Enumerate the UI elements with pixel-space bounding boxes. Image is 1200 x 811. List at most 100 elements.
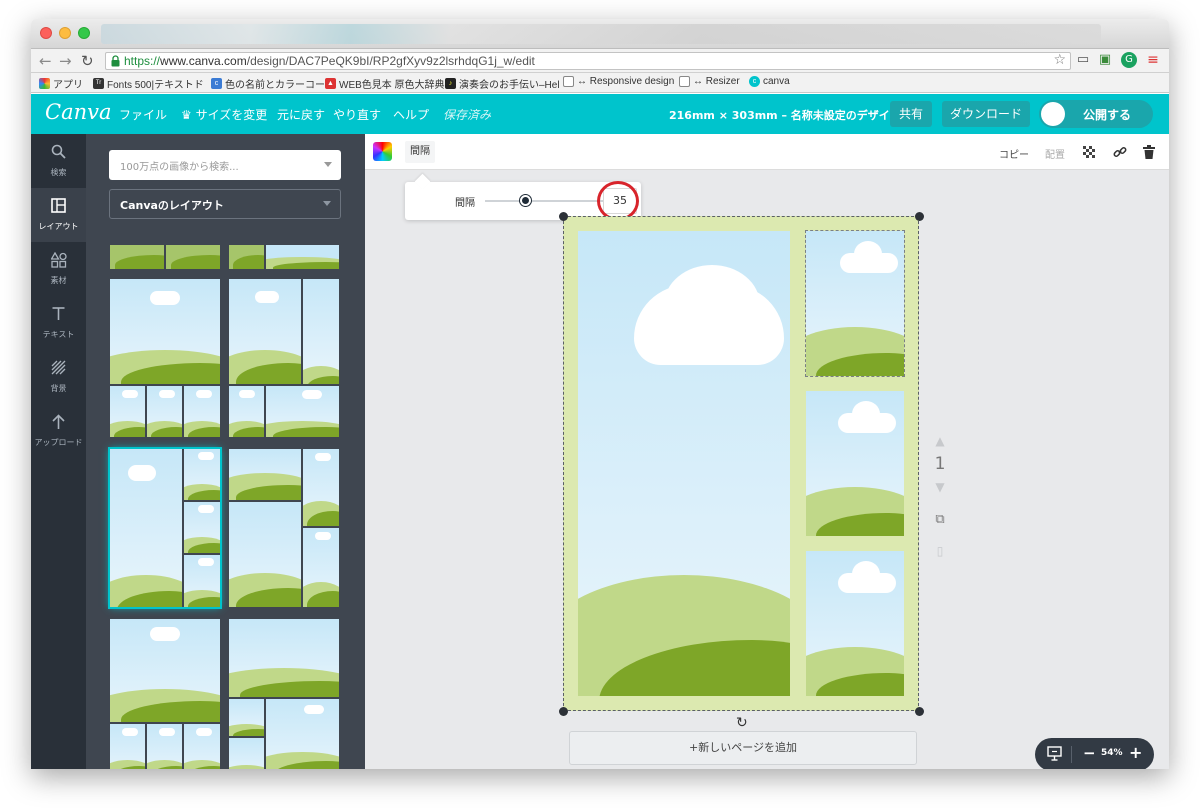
concert-site-icon: ♪ [445, 78, 456, 89]
bookmarks-bar: アプリ Tr Fonts 500|テキストド c 色の名前とカラーコー ▲ WEB色見… [31, 73, 1169, 93]
editor-workspace: 間隔 コピー 配置 間隔 35 ↻ ▲ 1 ▼ ⧉ ▯ +新しいページを追加 −… [365, 134, 1169, 769]
transparency-icon[interactable] [1083, 146, 1095, 158]
menu-file[interactable]: ファイル [119, 106, 167, 123]
layout-thumbnail[interactable] [110, 619, 220, 769]
page-icon [679, 76, 690, 87]
reload-icon[interactable]: ↻ [81, 51, 94, 71]
forward-icon[interactable]: → [59, 51, 72, 71]
search-placeholder: 100万点の画像から検索... [120, 162, 239, 173]
zoom-level[interactable]: 54% [1101, 748, 1123, 758]
rotate-handle-icon[interactable]: ↻ [736, 715, 748, 731]
text-icon [52, 307, 65, 320]
toggle-knob [1041, 102, 1065, 126]
publish-toggle[interactable]: 公開する [1039, 100, 1153, 128]
layout-thumbnail[interactable] [229, 619, 339, 769]
address-bar: ← → ↻ https://www.canva.com/design/DAC7P… [31, 49, 1169, 73]
color-site-icon: c [211, 78, 222, 89]
side-nav-label: レイアウト [38, 222, 79, 231]
minimize-window-button[interactable] [59, 27, 71, 39]
layout-thumbnail-selected[interactable] [108, 447, 222, 609]
side-nav-elements[interactable]: 素材 [31, 242, 86, 296]
side-nav-text[interactable]: テキスト [31, 296, 86, 350]
bookmark-concert[interactable]: ♪ 演奏会のお手伝い–Hel [445, 76, 560, 91]
zoom-in-button[interactable]: + [1129, 743, 1142, 762]
bookmark-responsive[interactable]: ↔ Responsive design [563, 76, 674, 87]
trash-icon[interactable] [1143, 145, 1155, 159]
grammarly-icon[interactable]: G [1121, 52, 1137, 68]
title-bar [31, 19, 1169, 49]
maximize-window-button[interactable] [78, 27, 90, 39]
chrome-menu-icon[interactable]: ≡ [1145, 52, 1161, 68]
side-nav: 検索 レイアウト 素材 テキスト 背景 アップロード [31, 134, 86, 769]
resize-handle-bottom-right[interactable] [915, 707, 924, 716]
zoom-control: − 54% + [1035, 738, 1154, 769]
zoom-out-button[interactable]: − [1083, 744, 1096, 762]
extension-icon[interactable]: ▣ [1097, 52, 1113, 68]
side-nav-label: テキスト [42, 330, 75, 339]
bookmark-canva[interactable]: c canva [749, 76, 790, 87]
menu-help[interactable]: ヘルプ [393, 106, 429, 123]
resize-handle-bottom-left[interactable] [559, 707, 568, 716]
spacing-slider-handle[interactable] [520, 195, 532, 206]
image-search-input[interactable]: 100万点の画像から検索... [109, 150, 341, 180]
side-nav-label: 素材 [50, 276, 67, 285]
spacing-button[interactable]: 間隔 [405, 141, 435, 163]
duplicate-page-icon[interactable]: ⧉ [933, 512, 947, 527]
spacing-popover: 間隔 35 [405, 173, 641, 221]
layout-source-value: Canvaのレイアウト [120, 199, 224, 212]
close-window-button[interactable] [40, 27, 52, 39]
document-title[interactable]: 216mm × 303mm – 名称未設定のデザイン [669, 107, 901, 123]
back-icon[interactable]: ← [39, 51, 52, 71]
spacing-label: 間隔 [455, 198, 475, 209]
editor-toolbar: 間隔 コピー 配置 [365, 134, 1169, 170]
canva-logo[interactable]: Canva [45, 100, 112, 124]
resize-handle-top-left[interactable] [559, 212, 568, 221]
url-field[interactable]: https://www.canva.com/design/DAC7PeQK9bI… [105, 52, 1071, 70]
spacing-slider-track[interactable] [485, 200, 603, 202]
side-nav-uploads[interactable]: アップロード [31, 404, 86, 458]
bookmark-star-icon[interactable]: ☆ [1053, 52, 1066, 68]
move-page-down-icon[interactable]: ▼ [933, 480, 947, 494]
apps-grid-icon [39, 78, 50, 89]
present-icon[interactable] [1047, 746, 1062, 761]
link-icon[interactable] [1113, 145, 1127, 159]
bookmark-fonts[interactable]: Tr Fonts 500|テキストド [93, 76, 204, 91]
layout-thumbnail[interactable] [229, 449, 339, 607]
layout-source-select[interactable]: Canvaのレイアウト [109, 189, 341, 219]
search-icon [51, 144, 66, 159]
url-text: https://www.canva.com/design/DAC7PeQK9bI… [124, 54, 535, 68]
bookmark-color-names[interactable]: c 色の名前とカラーコー [211, 76, 325, 91]
menu-redo[interactable]: やり直す [333, 106, 381, 123]
share-button[interactable]: 共有 [890, 101, 932, 127]
bookmark-resizer[interactable]: ↔ Resizer [679, 76, 740, 87]
crown-icon: ♛ [181, 108, 196, 122]
download-button[interactable]: ダウンロード [942, 101, 1030, 127]
menu-resize[interactable]: ♛ サイズを変更 [181, 106, 267, 123]
bookmark-apps[interactable]: アプリ [39, 76, 83, 91]
layout-thumbnail[interactable] [110, 245, 220, 269]
web-color-site-icon: ▲ [325, 78, 336, 89]
layout-thumbnail[interactable] [110, 279, 220, 437]
upload-icon [52, 414, 65, 429]
arrange-button[interactable]: 配置 [1045, 146, 1065, 161]
cast-icon[interactable]: ▭ [1075, 52, 1091, 68]
page-icon [563, 76, 574, 87]
delete-page-icon[interactable]: ▯ [933, 544, 947, 558]
side-nav-background[interactable]: 背景 [31, 350, 86, 404]
zoom-separator [1071, 746, 1072, 763]
bookmark-web-colors[interactable]: ▲ WEB色見本 原色大辞典 [325, 76, 445, 91]
layout-thumbnail[interactable] [229, 245, 339, 269]
layout-thumbnail[interactable] [229, 279, 339, 437]
side-nav-layouts[interactable]: レイアウト [31, 188, 86, 242]
color-picker-button[interactable] [373, 142, 392, 161]
move-page-up-icon[interactable]: ▲ [933, 434, 947, 448]
resize-handle-top-right[interactable] [915, 212, 924, 221]
side-nav-search[interactable]: 検索 [31, 134, 86, 188]
chevron-down-icon[interactable] [324, 162, 332, 167]
canva-site-icon: c [749, 76, 760, 87]
add-page-button[interactable]: +新しいページを追加 [569, 731, 917, 765]
menu-undo[interactable]: 元に戻す [277, 106, 325, 123]
copy-button[interactable]: コピー [999, 146, 1029, 161]
side-nav-label: 背景 [50, 384, 67, 393]
publish-label: 公開する [1083, 108, 1132, 122]
